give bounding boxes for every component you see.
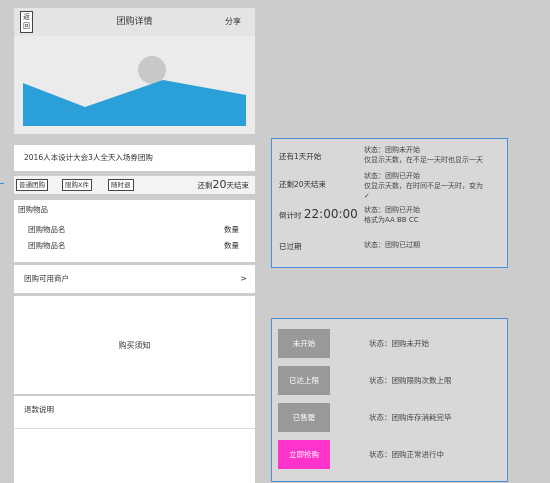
image-placeholder-icon [23,56,246,126]
refund-label: 退款说明 [24,405,54,414]
divider [14,428,255,429]
state-label: 还有1天开始 [279,152,322,161]
goods-item-name: 团购物品名 [28,225,66,234]
banner-image [14,36,255,134]
tag-purchase-limit: 限购X件 [62,179,92,191]
state-description: 状态：团购未开始 [369,339,429,348]
state-label: 已过期 [279,242,302,251]
state-description: 状态：团购已开始 格式为AA BB CC [364,206,420,224]
goods-item-qty: 数量 [224,241,239,250]
goods-section: 团购物品 团购物品名 数量 团购物品名 数量 [14,200,255,262]
tags-row: 普通团购 限购X件 随时退 还剩20天结束 [14,176,255,194]
timing-states-panel: 还有1天开始 状态：团购未开始 仅显示天数，在不足一天时也显示一天 还剩20天结… [271,138,508,268]
state-label: 还剩20天结束 [279,180,327,189]
state-description: 状态：团购已开始 仅显示天数，在时间不足一天时，变为 ✓ [364,172,483,200]
limit-reached-button[interactable]: 已达上限 [278,366,330,395]
end-countdown: 还剩20天结束 [197,178,250,191]
not-started-button[interactable]: 未开始 [278,329,330,358]
tag-group-type: 普通团购 [16,179,48,191]
sold-out-button[interactable]: 已售罄 [278,403,330,432]
refund-section: 退款说明 [14,396,255,483]
button-states-panel: 未开始 状态：团购未开始 已达上限 状态：团购限购次数上限 已售罄 状态：团购库… [271,318,508,482]
merchants-label: 团购可用商户 [24,274,69,283]
tag-refund-anytime: 随时退 [108,179,134,191]
countdown-time: 22:00:00 [303,207,358,221]
merchants-row[interactable]: 团购可用商户 > [14,265,255,293]
page-title: 团购详情 [116,17,153,27]
buy-now-button[interactable]: 立即抢购 [278,440,330,469]
state-description: 状态：团购已过期 [364,241,420,249]
purchase-notice-section: 购买须知 [14,296,255,394]
chevron-right-icon: > [240,274,247,283]
state-description: 状态：团购限购次数上限 [369,376,452,385]
goods-heading: 团购物品 [18,205,48,214]
share-button[interactable]: 分享 [225,8,241,36]
product-title: 2016人本设计大会3人全天入场券团购 [14,145,255,171]
state-description: 状态：团购库存消耗完毕 [369,413,452,422]
goods-item-qty: 数量 [224,225,239,234]
state-description: 状态：团购未开始 仅显示天数，在不足一天时也显示一天 [364,146,483,164]
countdown-label: 倒计时 22:00:00 [279,207,358,221]
back-button[interactable]: 返回 [20,11,33,33]
goods-item-name: 团购物品名 [28,241,66,250]
purchase-notice-label: 购买须知 [118,341,151,350]
state-description: 状态：团购正常进行中 [369,450,444,459]
connector-line [0,183,4,184]
top-nav-bar: 团购详情 返回 分享 [14,8,255,36]
